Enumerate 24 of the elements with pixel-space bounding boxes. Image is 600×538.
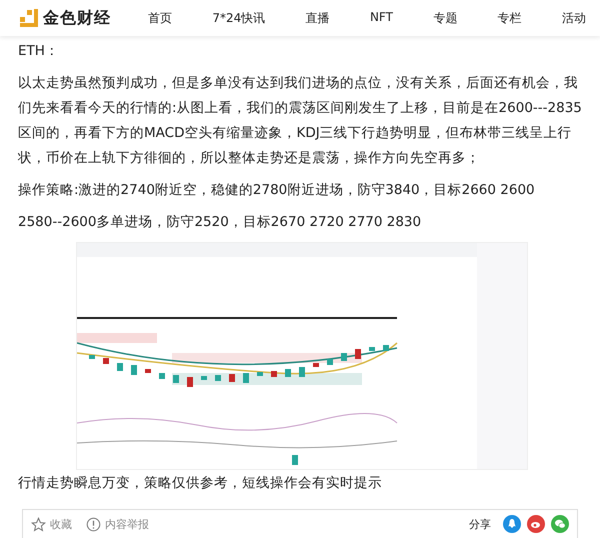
action-link[interactable]: 收藏 xyxy=(31,516,72,532)
action-link[interactable]: 内容举报 xyxy=(86,516,149,532)
nav-link[interactable]: 活动 xyxy=(562,10,586,26)
article-paragraph: 行情走势瞬息万变，策略仅供参考，短线操作会有实时提示 xyxy=(18,474,383,493)
penguin-icon xyxy=(506,518,518,530)
article-paragraph: ETH： xyxy=(18,42,60,61)
nav-link[interactable]: 直播 xyxy=(306,10,330,26)
qq-share-button[interactable] xyxy=(503,515,521,533)
nav-link[interactable]: 专题 xyxy=(433,10,458,26)
wechat-share-button[interactable] xyxy=(551,515,569,533)
logo-icon[interactable] xyxy=(20,9,38,27)
nav-link[interactable]: 专栏 xyxy=(498,10,522,26)
nav-link[interactable]: 7*24快讯 xyxy=(212,10,266,26)
article-paragraph: 以太走势虽然预判成功，但是多单没有达到我们进场的点位，没有关系，后面还有机会，我们先来看看今天的行情的:从图上看，我们的震荡区间刚发生了上移，目前是在2600---2835区间的，再看下方的MACD空头有缩量迹象，KDJ三线下行趋势明显，但布林带三线呈上行状，币价在上轨下方徘徊的，所以整体走势还是震荡，操作方向先空再多； xyxy=(18,74,583,168)
logo-text[interactable]: 金色财经 xyxy=(43,8,111,28)
article-paragraph: 2580--2600多单进场，防守2520，目标2670 2720 2770 2830 xyxy=(18,213,422,232)
alert-icon xyxy=(86,516,101,532)
weibo-share-button[interactable] xyxy=(527,515,545,533)
article-paragraph: 操作策略:激进的2740附近空，稳健的2780附近进场，防守3840，目标2660 2600 xyxy=(18,181,536,200)
share-label: 分享 xyxy=(469,516,491,532)
nav-link[interactable]: 首页 xyxy=(148,10,172,26)
star-icon xyxy=(31,516,46,532)
chat-bubbles-icon xyxy=(554,518,566,530)
nav-link[interactable]: NFT xyxy=(370,10,393,26)
